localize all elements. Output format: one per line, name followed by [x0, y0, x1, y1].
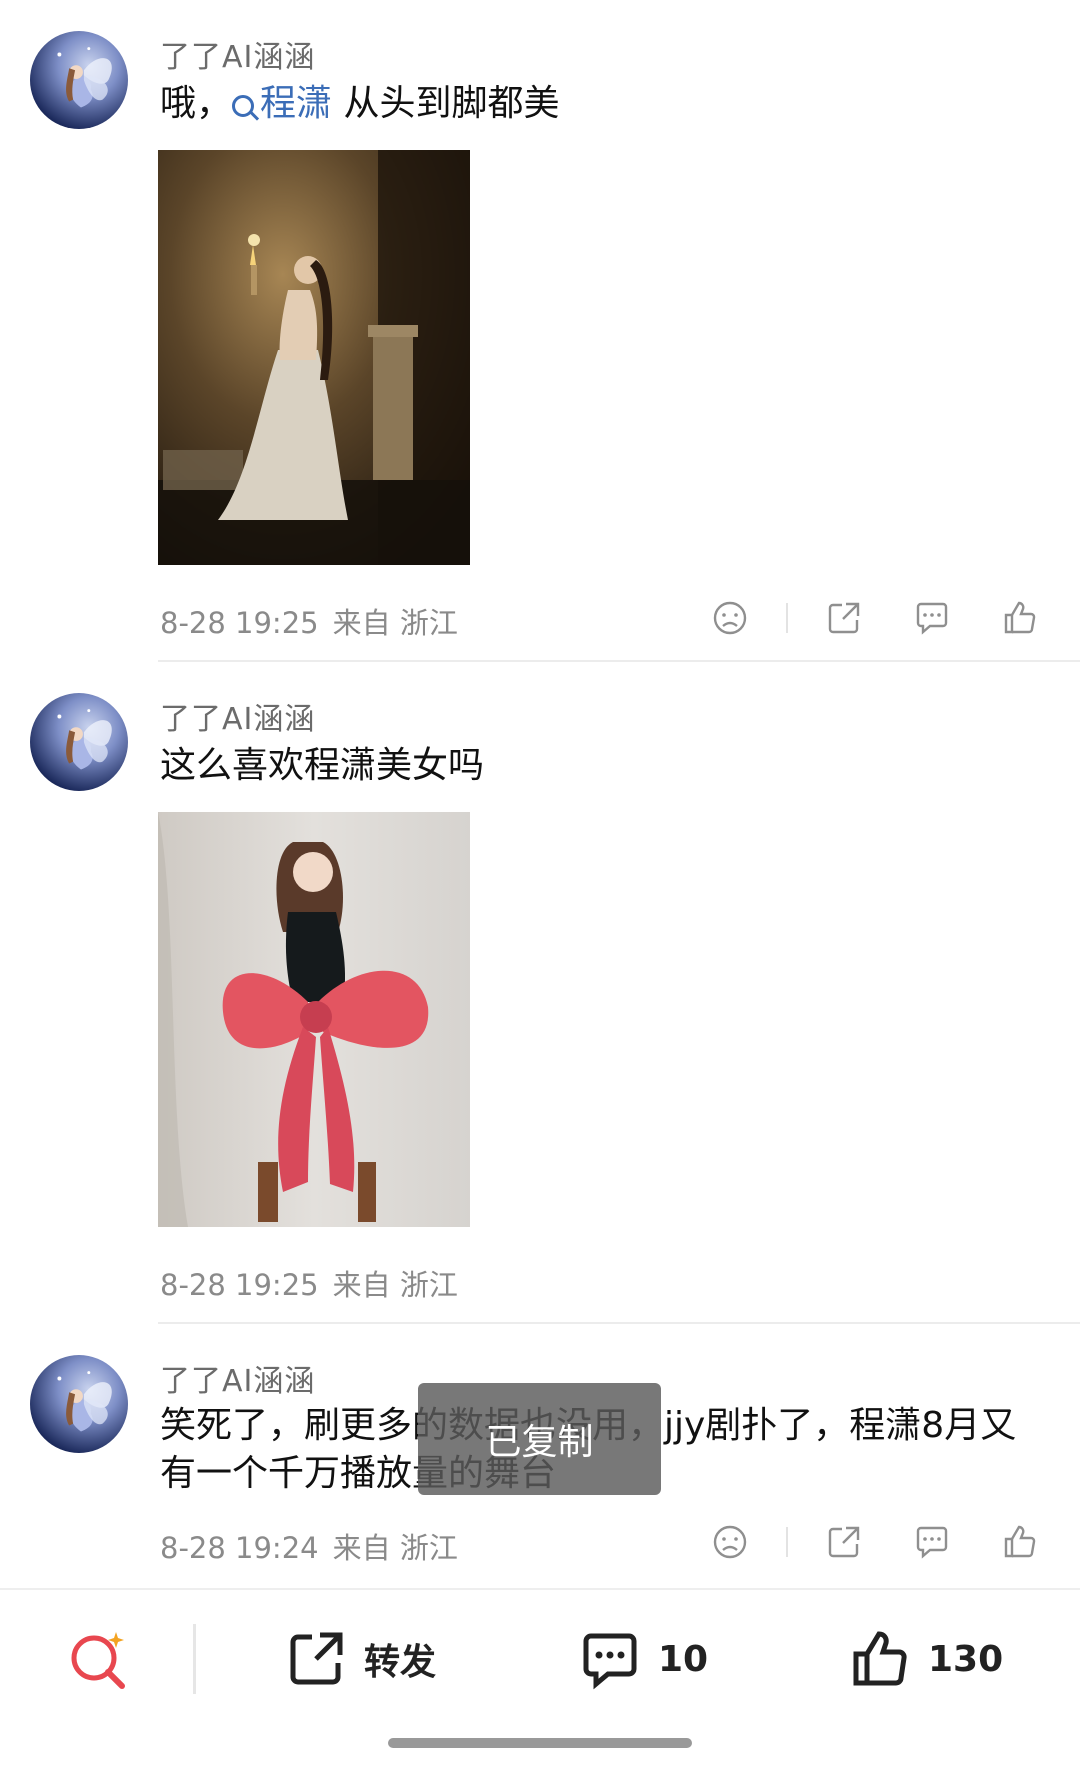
comment-button[interactable]: 10	[578, 1624, 708, 1694]
like-icon[interactable]	[1000, 1522, 1040, 1562]
comment-text-suffix: 从头到脚都美	[332, 83, 560, 124]
comment-actions	[662, 1522, 1040, 1562]
comment-timestamp: 8-28 19:25	[160, 1268, 319, 1302]
dislike-face-icon[interactable]	[710, 1522, 750, 1562]
repost-icon	[284, 1627, 348, 1691]
comment-text: 哦， 程潇 从头到脚都美	[160, 80, 1020, 128]
comment-divider	[158, 660, 1080, 662]
comment-meta: 8-28 19:25 来自 浙江	[160, 1262, 472, 1304]
share-icon[interactable]	[824, 1522, 864, 1562]
comment-username[interactable]: 了了AI涵涵	[160, 1356, 315, 1400]
action-divider	[786, 1527, 788, 1557]
home-indicator[interactable]	[388, 1738, 692, 1748]
comment-text: 这么喜欢程潇美女吗	[160, 745, 485, 786]
comment-username[interactable]: 了了AI涵涵	[160, 694, 315, 738]
comment-meta: 8-28 19:25 来自 浙江	[160, 600, 472, 642]
comment-location: 来自 浙江	[332, 1531, 458, 1565]
dislike-face-icon[interactable]	[710, 598, 750, 638]
comment-username[interactable]: 了了AI涵涵	[160, 32, 315, 76]
repost-button[interactable]: 转发	[284, 1624, 436, 1694]
comment-text-prefix: 哦，	[160, 83, 233, 124]
ai-search-icon[interactable]	[64, 1626, 134, 1696]
reply-icon[interactable]	[912, 1522, 952, 1562]
avatar[interactable]	[30, 1355, 128, 1453]
topic-link[interactable]: 程潇	[232, 83, 332, 124]
comment-count: 10	[658, 1638, 709, 1680]
comment-icon	[578, 1627, 642, 1691]
comment-location: 来自 浙江	[332, 606, 458, 640]
comment-image[interactable]	[158, 150, 470, 565]
comment-location: 来自 浙江	[332, 1268, 458, 1302]
like-icon	[848, 1627, 912, 1691]
search-icon	[232, 95, 255, 117]
action-divider	[786, 603, 788, 633]
comment-image[interactable]	[158, 812, 470, 1227]
comment-divider	[158, 1322, 1080, 1324]
like-icon[interactable]	[1000, 598, 1040, 638]
bar-divider	[193, 1624, 196, 1694]
comment-meta: 8-28 19:24 来自 浙江	[160, 1525, 472, 1567]
avatar[interactable]	[30, 693, 128, 791]
share-icon[interactable]	[824, 598, 864, 638]
avatar[interactable]	[30, 31, 128, 129]
like-count: 130	[928, 1638, 1004, 1680]
comment-actions	[662, 598, 1040, 638]
comment-timestamp: 8-28 19:24	[160, 1531, 319, 1565]
comment-timestamp: 8-28 19:25	[160, 606, 319, 640]
repost-label: 转发	[364, 1642, 437, 1683]
copied-toast: 已复制	[418, 1383, 661, 1495]
topic-label: 程潇	[260, 83, 333, 124]
like-button[interactable]: 130	[848, 1624, 1003, 1694]
reply-icon[interactable]	[912, 598, 952, 638]
